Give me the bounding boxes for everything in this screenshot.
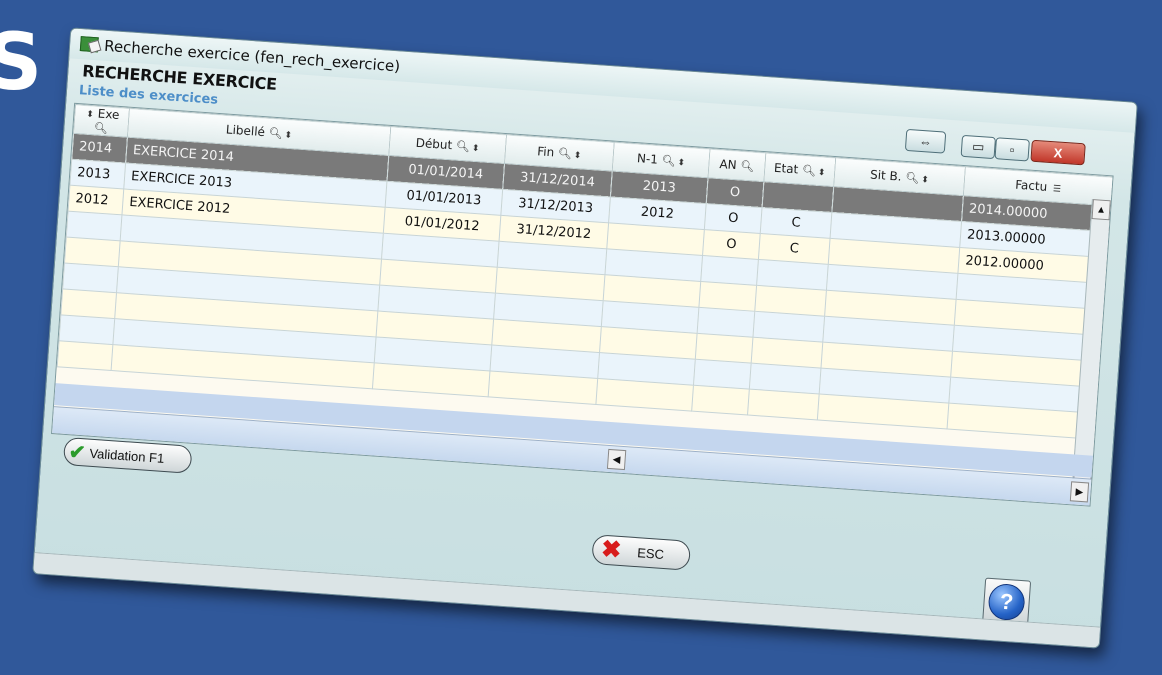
cell-an: O	[702, 229, 761, 260]
sort-icon[interactable]: ⬍	[471, 144, 479, 155]
column-header-exe[interactable]: ⬍ Exe 🔍︎	[73, 104, 130, 138]
column-header-an[interactable]: AN 🔍︎	[707, 148, 766, 182]
minimize-button[interactable]: ▭	[960, 134, 997, 160]
cell-an: O	[704, 203, 763, 234]
sort-icon[interactable]: ⬍	[573, 151, 581, 162]
scroll-right-icon[interactable]: ▶	[1069, 481, 1090, 503]
cell-exe: 2012	[68, 185, 124, 215]
minimize-icon: ▭	[971, 138, 985, 155]
search-exercise-window: Recherche exercice (fen_rech_exercice) ⇔…	[32, 27, 1138, 649]
cell-exe: 2013	[69, 159, 126, 189]
cell-exe: 2014	[71, 133, 128, 164]
app-icon	[79, 36, 99, 53]
resize-arrows-icon: ⇔	[918, 133, 933, 150]
status-bar	[33, 552, 1101, 648]
cell-an: O	[706, 177, 764, 208]
check-icon: ✔	[68, 440, 87, 464]
esc-button[interactable]: ✖ ESC	[591, 534, 692, 571]
scroll-left-icon[interactable]: ◀	[606, 448, 627, 471]
resize-toggle-button[interactable]: ⇔	[904, 128, 947, 154]
sort-icon[interactable]: ⬍	[86, 110, 94, 121]
search-icon[interactable]: 🔍︎	[558, 147, 573, 161]
help-icon: ?	[987, 582, 1026, 622]
search-icon[interactable]: 🔍︎	[94, 121, 109, 135]
maximize-icon: ▫	[1009, 141, 1016, 157]
sort-icon[interactable]: ⬍	[818, 168, 826, 179]
background-letter: S	[0, 18, 43, 108]
search-icon[interactable]: 🔍︎	[661, 154, 676, 168]
search-icon[interactable]: 🔍︎	[456, 140, 471, 154]
scroll-up-icon[interactable]: ▲	[1091, 199, 1111, 221]
validation-label: Validation F1	[89, 445, 165, 466]
maximize-button[interactable]: ▫	[994, 137, 1030, 162]
search-icon[interactable]: 🔍︎	[740, 159, 755, 173]
exercise-table: ⬍ Exe 🔍︎ Libellé 🔍︎⬍ Début 🔍︎⬍ Fin 🔍︎⬍ N…	[51, 102, 1114, 507]
sort-icon[interactable]: ⬍	[677, 158, 685, 169]
column-menu-icon[interactable]: ☰	[1053, 184, 1062, 195]
close-button[interactable]: X	[1030, 139, 1086, 166]
column-header-etat[interactable]: Etat 🔍︎⬍	[763, 152, 836, 187]
sort-icon[interactable]: ⬍	[921, 175, 929, 186]
search-icon[interactable]: 🔍︎	[268, 126, 283, 140]
search-icon[interactable]: 🔍︎	[802, 164, 817, 178]
esc-label: ESC	[636, 544, 665, 562]
close-icon: X	[1053, 144, 1063, 161]
search-icon[interactable]: 🔍︎	[905, 171, 920, 185]
sort-icon[interactable]: ⬍	[284, 131, 292, 142]
cancel-x-icon: ✖	[600, 535, 623, 565]
